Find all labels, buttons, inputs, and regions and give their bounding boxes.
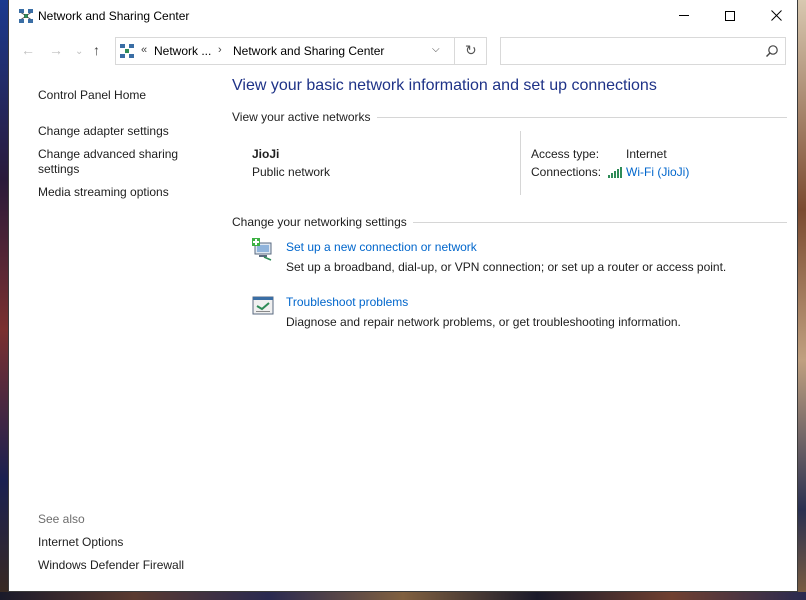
change-advanced-sharing-settings-link[interactable]: Change advanced sharing settings: [38, 147, 198, 177]
troubleshoot-icon: [252, 296, 274, 315]
access-type-label: Access type:: [531, 147, 600, 161]
close-icon: [770, 10, 782, 21]
network-sharing-window: Network and Sharing Center ← → ⌄ ↑ « Net…: [8, 0, 798, 592]
breadcrumb-overflow-chevron[interactable]: «: [141, 44, 147, 56]
connections-label: Connections:: [531, 165, 602, 179]
network-center-icon: [120, 44, 134, 58]
troubleshoot-problems-description: Diagnose and repair network problems, or…: [286, 315, 681, 329]
minimize-icon: [679, 15, 689, 16]
wifi-signal-icon: [608, 167, 622, 178]
troubleshoot-problems-link[interactable]: Troubleshoot problems: [286, 295, 408, 309]
media-streaming-options-link[interactable]: Media streaming options: [38, 185, 169, 200]
control-panel-home-link[interactable]: Control Panel Home: [38, 88, 146, 103]
section-divider: [371, 117, 787, 118]
recent-locations-chevron-icon[interactable]: ⌄: [75, 44, 83, 60]
network-type: Public network: [252, 165, 331, 179]
breadcrumb-network-sharing-center[interactable]: Network and Sharing Center: [233, 44, 384, 58]
active-networks-heading: View your active networks: [232, 110, 377, 124]
refresh-icon[interactable]: ↻: [465, 42, 477, 59]
navigation-bar: ← → ⌄ ↑ « Network ... › Network and Shar…: [9, 31, 797, 69]
minimize-button[interactable]: [661, 0, 707, 31]
setup-new-connection-link[interactable]: Set up a new connection or network: [286, 240, 477, 254]
title-bar[interactable]: Network and Sharing Center: [9, 0, 797, 31]
left-navigation-pane: Control Panel Home Change adapter settin…: [9, 69, 219, 589]
maximize-button[interactable]: [707, 0, 753, 31]
search-icon[interactable]: [765, 44, 779, 58]
change-adapter-settings-link[interactable]: Change adapter settings: [38, 124, 169, 139]
address-divider: [454, 38, 455, 64]
desktop-background-bottom: [0, 592, 806, 600]
maximize-icon: [725, 10, 735, 21]
network-name: JioJi: [252, 147, 280, 161]
setup-new-connection-description: Set up a broadband, dial-up, or VPN conn…: [286, 260, 727, 274]
close-button[interactable]: [753, 0, 799, 31]
internet-options-link[interactable]: Internet Options: [38, 535, 123, 550]
address-bar[interactable]: « Network ... › Network and Sharing Cent…: [115, 37, 487, 65]
see-also-heading: See also: [38, 512, 85, 526]
wifi-connection-link[interactable]: Wi-Fi (JioJi): [626, 165, 689, 179]
up-arrow-icon[interactable]: ↑: [93, 42, 100, 58]
window-title: Network and Sharing Center: [38, 9, 190, 23]
new-connection-icon: [252, 238, 272, 261]
breadcrumb-separator[interactable]: ›: [218, 44, 222, 56]
access-type-value: Internet: [626, 147, 667, 161]
search-input[interactable]: [500, 37, 786, 65]
desktop-background-left: [0, 0, 8, 600]
main-content-pane: View your basic network information and …: [231, 69, 797, 589]
section-divider: [411, 222, 787, 223]
forward-arrow-icon[interactable]: →: [49, 42, 63, 58]
windows-defender-firewall-link[interactable]: Windows Defender Firewall: [38, 558, 184, 573]
breadcrumb-network[interactable]: Network ...: [154, 44, 211, 58]
back-arrow-icon[interactable]: ←: [21, 42, 35, 58]
network-info-divider: [520, 131, 521, 195]
desktop-background-right: [798, 0, 806, 600]
change-networking-settings-heading: Change your networking settings: [232, 215, 413, 229]
network-center-icon: [19, 9, 33, 23]
address-dropdown-chevron-icon[interactable]: ⌵: [432, 44, 440, 55]
page-title: View your basic network information and …: [232, 77, 657, 94]
